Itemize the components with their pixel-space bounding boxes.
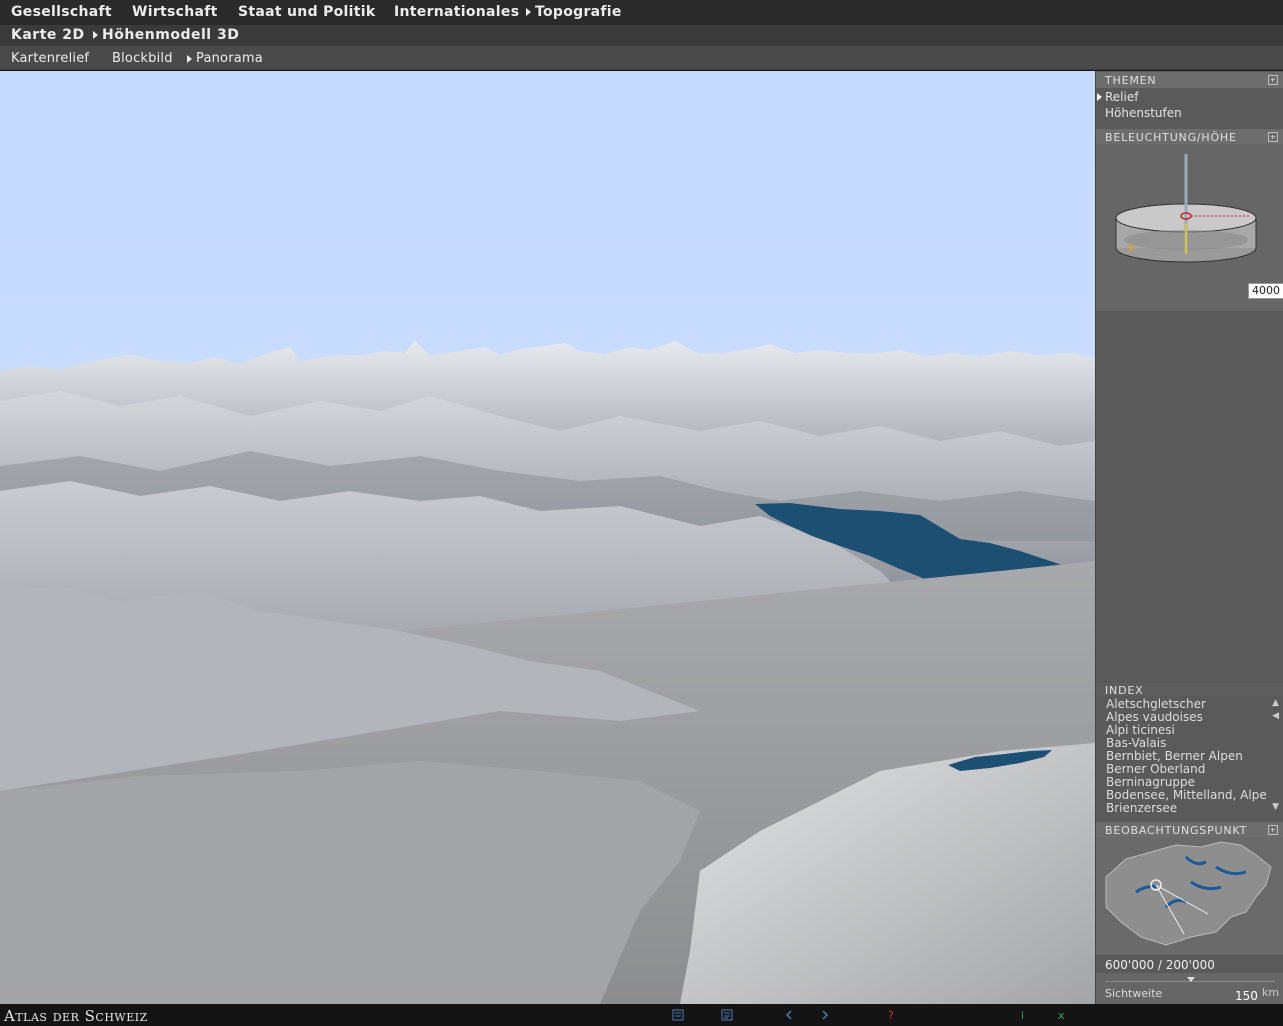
menu-label: Höhenmodell 3D	[102, 27, 240, 43]
menu-label: Kartenrelief	[11, 51, 90, 66]
menu-blockbild[interactable]: Blockbild	[112, 51, 173, 66]
height-value[interactable]: 4000	[1248, 283, 1283, 299]
expand-icon[interactable]	[1268, 75, 1278, 85]
sichtweite-value: 150	[1235, 989, 1258, 1003]
panorama-view[interactable]	[0, 71, 1095, 1004]
menu-label: Karte 2D	[11, 27, 85, 43]
scroll-down-icon[interactable]: ▼	[1272, 802, 1279, 812]
menu-gesellschaft[interactable]: Gesellschaft	[11, 4, 112, 20]
arrow-right-icon	[526, 8, 531, 16]
sichtweite-slider-thumb[interactable]	[1187, 977, 1195, 982]
list-item[interactable]: Alpes vaudoises	[1106, 711, 1266, 724]
index-list[interactable]: Aletschgletscher Alpes vaudoises Alpi ti…	[1096, 696, 1283, 815]
footer-bar: Atlas der Schweiz ? i x	[0, 1004, 1283, 1026]
svg-text:?: ?	[888, 1009, 894, 1022]
menu-staat-und-politik[interactable]: Staat und Politik	[238, 4, 375, 20]
selected-arrow-icon	[1097, 93, 1102, 101]
menu-label: Staat und Politik	[238, 4, 376, 20]
menu-label: Gesellschaft	[11, 4, 112, 20]
text-icon[interactable]	[720, 1008, 734, 1022]
brand-logo: Atlas der Schweiz	[4, 1007, 148, 1025]
menu-topografie[interactable]: Topografie	[526, 4, 622, 20]
theme-relief[interactable]: Relief	[1105, 90, 1138, 104]
menu-label: Blockbild	[112, 51, 173, 66]
arrow-right-icon	[93, 31, 98, 39]
menu-label: Topografie	[535, 4, 622, 20]
theme-hoehenstufen[interactable]: Höhenstufen	[1105, 106, 1182, 120]
svg-text:✳: ✳	[1126, 241, 1136, 255]
menu-label: Internationales	[394, 4, 520, 20]
lighting-height-control[interactable]: ✳ 4000	[1096, 144, 1283, 311]
expand-icon[interactable]	[1268, 825, 1278, 835]
list-item[interactable]: Berner Oberland	[1106, 763, 1266, 776]
section-title: THEMEN	[1105, 74, 1157, 87]
themen-header: THEMEN	[1096, 72, 1283, 88]
left-lowland	[0, 761, 700, 1004]
view-menu: Kartenrelief Blockbild Panorama	[0, 46, 1283, 70]
scroll-left-icon[interactable]: ◀	[1272, 711, 1279, 721]
back-icon[interactable]	[782, 1008, 796, 1022]
sichtweite-control[interactable]: Sichtweite 150 km	[1096, 973, 1283, 1004]
menu-hoehenmodell-3d[interactable]: Höhenmodell 3D	[93, 27, 239, 43]
sichtweite-unit: km	[1262, 986, 1280, 999]
legend-icon[interactable]	[671, 1008, 685, 1022]
close-icon[interactable]: x	[1056, 1008, 1070, 1022]
main-menu: Gesellschaft Wirtschaft Staat und Politi…	[0, 0, 1283, 25]
list-item[interactable]: Alpi ticinesi	[1106, 724, 1266, 737]
menu-label: Panorama	[196, 51, 263, 66]
menu-internationales[interactable]: Internationales	[394, 4, 519, 20]
overview-map[interactable]	[1096, 837, 1283, 955]
list-item[interactable]: Bas-Valais	[1106, 737, 1266, 750]
section-title: BELEUCHTUNG/HÖHE	[1105, 131, 1237, 144]
coordinates: 600'000 / 200'000	[1105, 958, 1215, 972]
arrow-right-icon	[187, 54, 192, 63]
switzerland-outline	[1105, 841, 1272, 946]
sichtweite-label: Sichtweite	[1105, 987, 1163, 1000]
list-item[interactable]: Bernbiet, Berner Alpen	[1106, 750, 1266, 763]
info-icon[interactable]: i	[1018, 1008, 1032, 1022]
forward-icon[interactable]	[818, 1008, 832, 1022]
svg-text:x: x	[1058, 1009, 1065, 1022]
index-header: INDEX	[1096, 683, 1283, 697]
help-icon[interactable]: ?	[885, 1008, 899, 1022]
beleuchtung-header: BELEUCHTUNG/HÖHE	[1096, 129, 1283, 145]
menu-panorama[interactable]: Panorama	[187, 51, 263, 66]
list-item[interactable]: Berninagruppe	[1106, 776, 1266, 789]
list-item[interactable]: Bodensee, Mittelland, Alpen	[1106, 789, 1266, 802]
beobachtungspunkt-header: BEOBACHTUNGSPUNKT	[1096, 822, 1283, 838]
control-panel: THEMEN Relief Höhenstufen BELEUCHTUNG/HÖ…	[1095, 71, 1283, 1004]
menu-kartenrelief[interactable]: Kartenrelief	[11, 51, 89, 66]
terrain-render	[0, 71, 1095, 1004]
svg-text:i: i	[1021, 1009, 1024, 1022]
menu-karte-2d[interactable]: Karte 2D	[11, 27, 85, 43]
menu-wirtschaft[interactable]: Wirtschaft	[132, 4, 218, 20]
list-item[interactable]: Brienzersee	[1106, 802, 1266, 815]
scroll-up-icon[interactable]: ▲	[1272, 698, 1279, 708]
sub-menu: Karte 2D Höhenmodell 3D	[0, 25, 1283, 46]
list-item[interactable]: Aletschgletscher	[1106, 698, 1266, 711]
expand-icon[interactable]	[1268, 132, 1278, 142]
menu-label: Wirtschaft	[132, 4, 218, 20]
section-title: BEOBACHTUNGSPUNKT	[1105, 824, 1248, 837]
